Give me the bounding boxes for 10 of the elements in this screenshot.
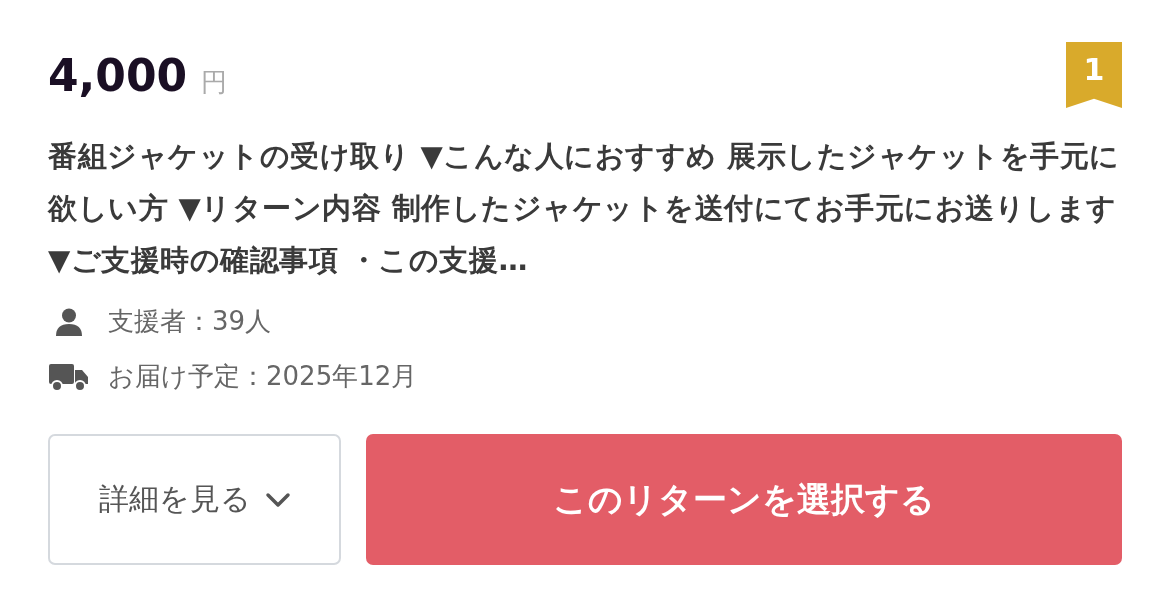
delivery-date: お届け予定：2025年12月 [108,360,418,393]
backer-count: 支援者：39人 [108,305,272,338]
reward-description: 番組ジャケットの受け取り ▼こんな人におすすめ 展示したジャケットを手元に欲しい方 ▼リターン内容 制作したジャケットを送付にてお手元にお送りします ▼ご支援時の確認事項 ・この支援… [48,138,1121,279]
details-button[interactable]: 詳細を見る [48,434,341,565]
person-icon [54,306,84,337]
price: 4,000 [48,50,188,101]
chevron-down-icon [264,491,291,508]
truck-icon [49,361,89,392]
rank-badge: 1 [1066,42,1122,108]
currency: 円 [201,66,228,99]
